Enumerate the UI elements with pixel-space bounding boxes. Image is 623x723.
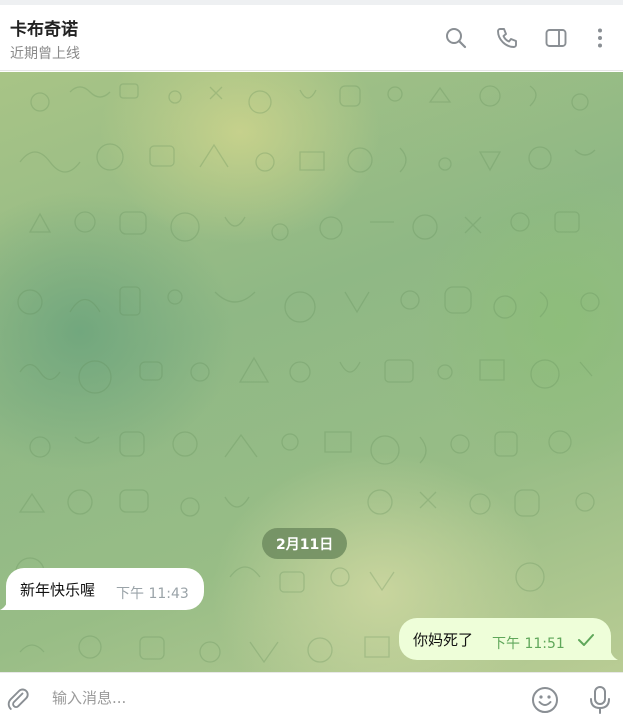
emoji-icon[interactable] bbox=[531, 686, 559, 714]
phone-icon[interactable] bbox=[494, 25, 520, 51]
chat-title[interactable]: 卡布奇诺 bbox=[10, 15, 78, 40]
date-separator: 2月11日 bbox=[262, 528, 348, 559]
microphone-icon[interactable] bbox=[589, 685, 611, 715]
message-input[interactable] bbox=[52, 683, 492, 713]
sidebar-toggle-icon[interactable] bbox=[543, 25, 569, 51]
last-seen-status: 近期曾上线 bbox=[10, 46, 80, 62]
message-area[interactable]: 2月11日 新年快乐喔 下午 11:43 你妈死了 下午 11:51 bbox=[0, 72, 623, 672]
message-time: 下午 11:43 bbox=[116, 586, 189, 602]
chat-window: 卡布奇诺 近期曾上线 2月11日 新年快乐喔 下午 11:43 你妈死了 下午 … bbox=[0, 0, 623, 723]
chat-header: 卡布奇诺 近期曾上线 bbox=[0, 5, 623, 71]
message-time: 下午 11:51 bbox=[492, 636, 565, 652]
incoming-message[interactable]: 新年快乐喔 下午 11:43 bbox=[6, 568, 204, 610]
message-text: 新年快乐喔 bbox=[20, 581, 96, 599]
read-check-icon bbox=[578, 634, 594, 646]
search-icon[interactable] bbox=[443, 25, 469, 51]
outgoing-message[interactable]: 你妈死了 下午 11:51 bbox=[399, 618, 611, 660]
message-text: 你妈死了 bbox=[413, 631, 474, 649]
message-composer bbox=[0, 672, 623, 723]
more-vertical-icon[interactable] bbox=[587, 25, 613, 51]
attach-icon[interactable] bbox=[6, 687, 30, 711]
